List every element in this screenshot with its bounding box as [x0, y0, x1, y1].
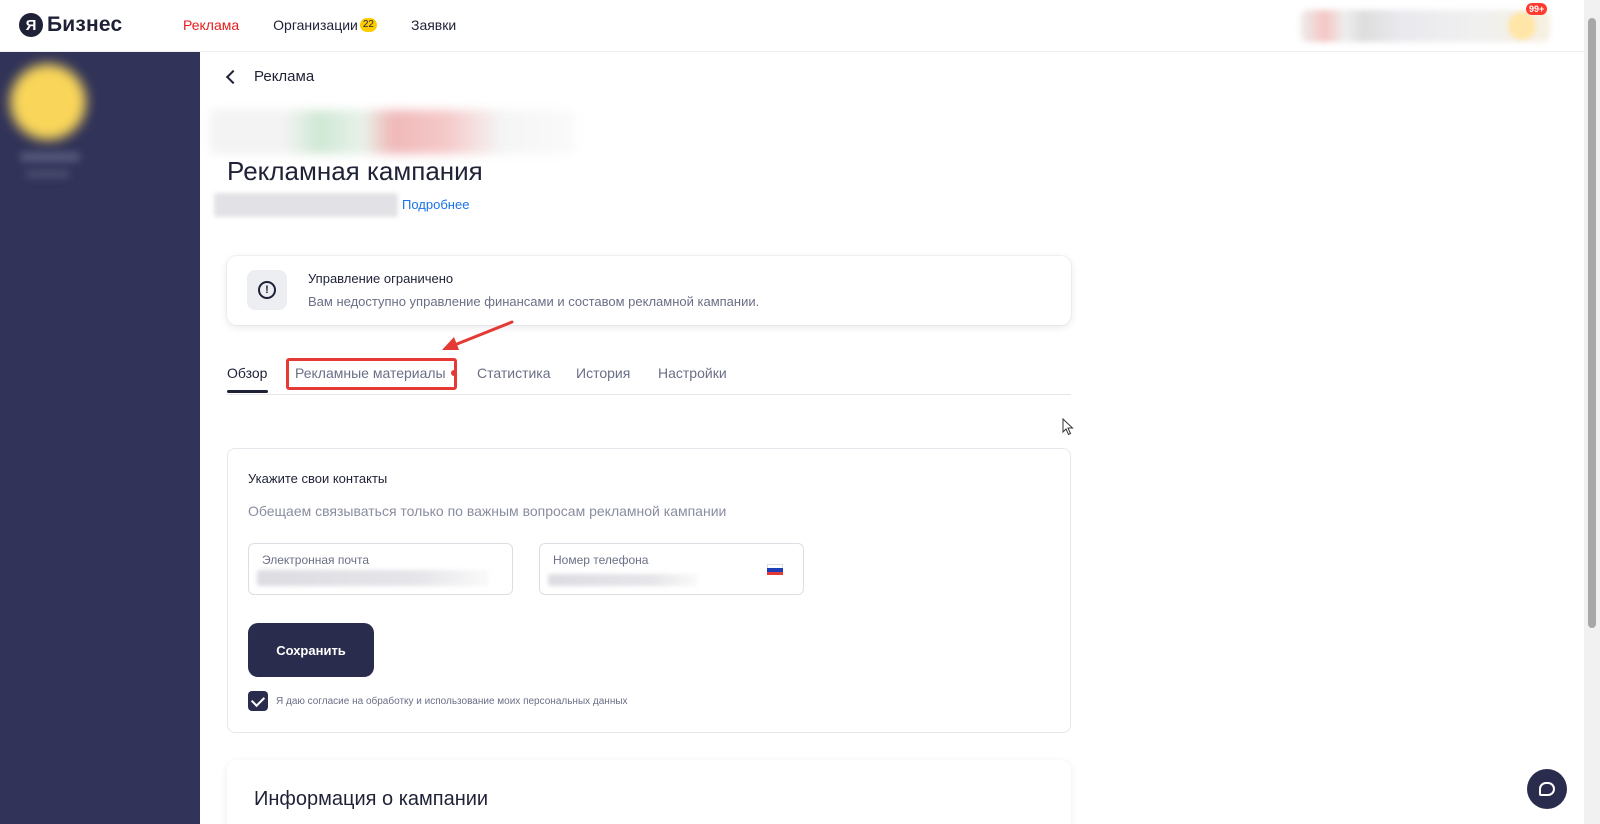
- campaign-info-title: Информация о кампании: [254, 788, 489, 810]
- top-bar: Я Бизнес Реклама Организации 22 Заявки 99…: [0, 0, 1584, 52]
- tab-statistics[interactable]: Статистика: [477, 365, 551, 381]
- nav-item-ads[interactable]: Реклама: [183, 17, 239, 33]
- back-link[interactable]: Реклама: [224, 68, 314, 85]
- campaign-subtitle-blurred: [214, 193, 398, 217]
- campaign-info-card: Информация о кампании: [227, 760, 1071, 824]
- campaign-status-blurred: [210, 110, 575, 154]
- organization-name-blurred: [20, 152, 80, 162]
- active-tab-indicator: [227, 390, 268, 393]
- contacts-title: Укажите свои контакты: [248, 471, 388, 486]
- tab-label: Настройки: [658, 365, 727, 381]
- chat-bubble-icon: [1539, 782, 1555, 796]
- tab-overview[interactable]: Обзор: [227, 365, 267, 381]
- consent-checkbox[interactable]: [248, 691, 268, 711]
- tab-settings[interactable]: Настройки: [658, 365, 727, 381]
- save-button[interactable]: Сохранить: [248, 623, 374, 677]
- consent-text: Я даю согласие на обработку и использова…: [276, 695, 628, 707]
- mouse-cursor-icon: [1062, 418, 1074, 436]
- notice-text: Вам недоступно управление финансами и со…: [308, 294, 760, 309]
- sidebar: [0, 52, 200, 824]
- scrollbar[interactable]: [1584, 0, 1600, 824]
- logo[interactable]: Я Бизнес: [19, 13, 122, 37]
- nav-item-label: Заявки: [410, 17, 457, 33]
- phone-value-blurred: [548, 574, 698, 586]
- contacts-subtitle: Обещаем связываться только по важным воп…: [248, 503, 727, 519]
- yandex-logo-icon: Я: [19, 13, 43, 37]
- tab-label: Статистика: [477, 365, 551, 381]
- annotation-arrow: [442, 320, 514, 350]
- consent-row: Я даю согласие на обработку и использова…: [248, 691, 628, 711]
- email-label: Электронная почта: [262, 553, 370, 567]
- tab-label: Рекламные материалы: [295, 365, 446, 381]
- back-label: Реклама: [254, 68, 315, 85]
- tab-history[interactable]: История: [576, 365, 630, 381]
- nav-item-label: Организации: [273, 17, 358, 33]
- scroll-thumb[interactable]: [1588, 18, 1596, 628]
- page-title: Рекламная кампания: [227, 156, 483, 186]
- nav-item-organizations[interactable]: Организации 22: [273, 17, 377, 33]
- main-nav: Реклама Организации 22 Заявки: [183, 17, 490, 33]
- email-value-blurred: [257, 570, 489, 586]
- new-dot-icon: [450, 370, 457, 377]
- chevron-left-icon: [225, 69, 241, 84]
- avatar[interactable]: [1508, 12, 1536, 40]
- tab-label: Обзор: [227, 365, 268, 381]
- logo-text: Бизнес: [47, 13, 123, 36]
- nav-item-requests[interactable]: Заявки: [411, 17, 456, 33]
- notice-title: Управление ограничено: [308, 271, 454, 286]
- more-link[interactable]: Подробнее: [402, 197, 469, 212]
- tab-label: История: [576, 365, 631, 381]
- phone-field[interactable]: Номер телефона: [539, 543, 804, 595]
- exclamation-circle-icon: !: [258, 281, 276, 299]
- tab-ad-materials[interactable]: Рекламные материалы: [295, 365, 457, 381]
- nav-item-label: Реклама: [183, 17, 240, 33]
- notice-icon-box: !: [247, 270, 287, 310]
- support-chat-button[interactable]: [1527, 769, 1567, 809]
- phone-label: Номер телефона: [553, 553, 649, 567]
- russia-flag-icon[interactable]: [767, 564, 783, 575]
- notification-badge: 99+: [1526, 3, 1548, 15]
- campaign-tabs: Обзор Рекламные материалы Статистика Ист…: [227, 355, 1071, 395]
- count-badge: 22: [359, 18, 377, 32]
- organization-subtitle-blurred: [25, 170, 70, 178]
- organization-avatar[interactable]: [10, 64, 86, 140]
- restriction-notice: ! Управление ограничено Вам недоступно у…: [227, 256, 1071, 325]
- contacts-card: Укажите свои контакты Обещаем связыватьс…: [227, 448, 1071, 733]
- email-field[interactable]: Электронная почта: [248, 543, 513, 595]
